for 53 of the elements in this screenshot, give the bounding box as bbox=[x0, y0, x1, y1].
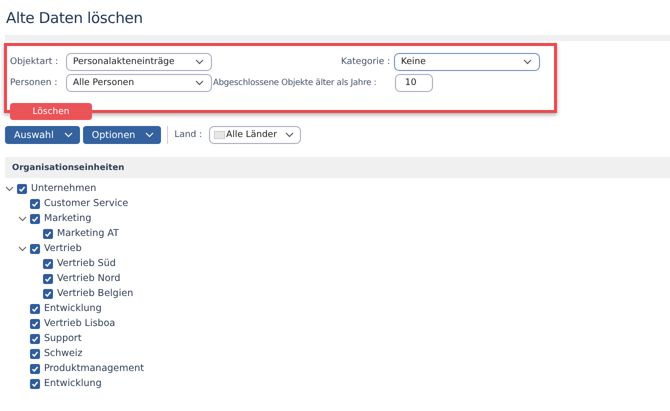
chevron-down-icon bbox=[195, 59, 204, 65]
chevron-down-icon bbox=[64, 132, 73, 138]
checkbox[interactable] bbox=[43, 258, 53, 268]
tree-item-label[interactable]: Entwicklung bbox=[44, 378, 102, 389]
checkbox[interactable] bbox=[30, 304, 40, 314]
chevron-down-icon bbox=[285, 132, 294, 138]
tree-item-label[interactable]: Unternehmen bbox=[31, 183, 96, 194]
tree-item-label[interactable]: Vertrieb Süd bbox=[57, 258, 116, 269]
checkbox[interactable] bbox=[30, 318, 40, 328]
chevron-down-icon[interactable] bbox=[5, 184, 14, 193]
checkbox[interactable] bbox=[30, 214, 40, 224]
delete-button[interactable]: Löschen bbox=[10, 103, 92, 120]
checkbox[interactable] bbox=[43, 288, 53, 298]
field-label: Land : bbox=[174, 130, 202, 140]
checkbox[interactable] bbox=[43, 228, 53, 238]
checkbox[interactable] bbox=[17, 184, 27, 194]
checkbox[interactable] bbox=[30, 198, 40, 208]
checkbox[interactable] bbox=[43, 274, 53, 284]
persons-dropdown[interactable]: Alle Personen bbox=[66, 74, 212, 92]
chevron-down-icon bbox=[523, 59, 532, 65]
dropdown-button[interactable]: Auswahl bbox=[5, 126, 80, 144]
checkbox[interactable] bbox=[30, 378, 40, 388]
chevron-down-icon[interactable] bbox=[18, 244, 27, 253]
field-label: Objektart : bbox=[10, 57, 60, 67]
tree-item-label[interactable]: Vertrieb Nord bbox=[57, 273, 120, 284]
chevron-down-icon bbox=[195, 80, 204, 86]
tree-item-label[interactable]: Support bbox=[44, 333, 82, 344]
object-type-dropdown[interactable]: Personalakteneinträge bbox=[66, 53, 212, 71]
category-dropdown[interactable]: Keine bbox=[394, 53, 540, 71]
page-title: Alte Daten löschen bbox=[5, 8, 144, 29]
tree-item-label[interactable]: Customer Service bbox=[44, 198, 128, 209]
checkbox[interactable] bbox=[30, 348, 40, 358]
tree-item-label[interactable]: Marketing bbox=[44, 213, 92, 224]
tree-item-label[interactable]: Produktmanagement bbox=[44, 363, 144, 374]
dropdown-button[interactable]: Optionen bbox=[82, 126, 162, 144]
chevron-down-icon bbox=[145, 132, 154, 138]
flag-icon bbox=[214, 131, 226, 139]
field-label: Kategorie : bbox=[341, 57, 392, 67]
tree-item-label[interactable]: Vertrieb Belgien bbox=[57, 288, 134, 299]
tree-item-label[interactable]: Marketing AT bbox=[57, 228, 119, 239]
checkbox[interactable] bbox=[30, 244, 40, 254]
chevron-down-icon[interactable] bbox=[18, 214, 27, 223]
tree-header: Organisationseinheiten bbox=[5, 157, 670, 178]
tree-item-label[interactable]: Vertrieb Lisboa bbox=[44, 318, 116, 329]
tree-item-label[interactable]: Schweiz bbox=[44, 348, 83, 359]
field-label: Personen : bbox=[10, 78, 58, 88]
years-input[interactable]: 10 bbox=[395, 74, 433, 92]
country-dropdown[interactable]: Alle Länder bbox=[209, 126, 302, 144]
checkbox[interactable] bbox=[30, 334, 40, 344]
field-label: Abgeschlossene Objekte älter als Jahre : bbox=[213, 78, 378, 88]
tree-item-label[interactable]: Entwicklung bbox=[44, 303, 102, 314]
checkbox[interactable] bbox=[30, 364, 40, 374]
tree-item-label[interactable]: Vertrieb bbox=[44, 243, 82, 254]
